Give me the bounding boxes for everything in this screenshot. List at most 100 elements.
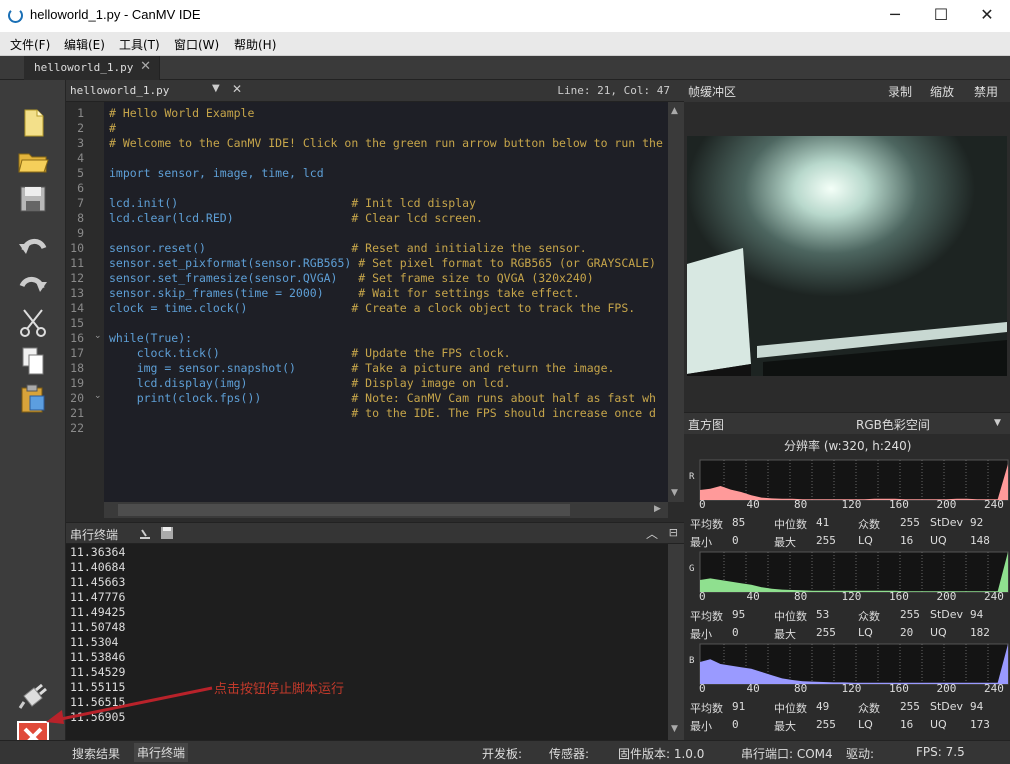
histogram-tick: 240: [984, 590, 1004, 603]
stat-value: 85: [732, 516, 746, 529]
minimize-button[interactable]: ─: [872, 0, 918, 32]
document-tab-bar: helloworld_1.py ✕: [0, 56, 1010, 80]
menu-tools[interactable]: 工具(T): [119, 36, 160, 53]
line-number-gutter: 1 2 3 4 5 6 7 8 9 10 11 12 13 14 15 16 17 18 19 20 21 22 ⌄ ⌄: [66, 102, 104, 502]
code-line: sensor.set_framesize(sensor.QVGA) # Set …: [109, 271, 594, 285]
serial-terminal-tab[interactable]: 串行终端: [134, 743, 189, 762]
editor-file-selector[interactable]: helloworld_1.py: [70, 84, 169, 97]
stat-label: 中位数: [774, 518, 807, 531]
save-icon[interactable]: [16, 182, 50, 216]
tab-close-icon[interactable]: ✕: [140, 59, 151, 74]
stat-label: LQ: [858, 718, 873, 731]
undo-icon[interactable]: [16, 230, 50, 264]
histogram-title: 直方图: [688, 418, 725, 432]
scroll-up-icon[interactable]: ▲: [671, 106, 678, 116]
code-line: sensor.skip_frames(time = 2000) # Wait f…: [109, 286, 580, 300]
collapse-panel-icon[interactable]: ︿: [646, 525, 658, 542]
maximize-button[interactable]: ☐: [918, 0, 964, 32]
histogram-header: 直方图 RGB色彩空间 ▼: [684, 412, 1010, 434]
stat-label: UQ: [930, 534, 947, 547]
menu-window[interactable]: 窗口(W): [174, 36, 219, 53]
histogram-tick: 120: [841, 498, 862, 511]
close-window-button[interactable]: ✕: [964, 0, 1010, 32]
frame-buffer-panel: [684, 102, 1010, 410]
stat-label: StDev: [930, 700, 964, 713]
histogram-tick: 160: [889, 590, 909, 603]
menu-bar: 文件(F) 编辑(E) 工具(T) 窗口(W) 帮助(H): [0, 32, 1010, 56]
sensor-label: 传感器:: [549, 747, 590, 761]
record-button[interactable]: 录制: [888, 83, 912, 100]
fold-chevron-icon[interactable]: ⌄: [94, 391, 102, 401]
stat-value: 16: [900, 718, 914, 731]
line-number: 20: [70, 391, 84, 405]
serial-scrollbar[interactable]: ▼: [668, 544, 684, 740]
tab-label: helloworld_1.py: [34, 61, 134, 74]
stat-value: 53: [816, 608, 830, 621]
scroll-down-icon[interactable]: ▼: [671, 488, 678, 498]
scroll-right-icon[interactable]: ▶: [654, 504, 661, 514]
editor-close-icon[interactable]: ✕: [232, 82, 242, 96]
zoom-button[interactable]: 缩放: [930, 83, 954, 100]
title-bar: helloworld_1.py - CanMV IDE ─ ☐ ✕: [0, 0, 1010, 32]
code-line: while(True):: [109, 331, 193, 345]
tab-helloworld[interactable]: helloworld_1.py ✕: [24, 56, 160, 80]
stat-label: 平均数: [690, 702, 723, 715]
histogram-tick: 80: [794, 590, 808, 603]
stat-label: 最小: [690, 628, 712, 641]
code-line: # to the IDE. The FPS should increase on…: [109, 406, 656, 420]
editor-horizontal-scrollbar[interactable]: ▶: [104, 502, 668, 518]
panel-restore-icon[interactable]: ⊟: [669, 526, 678, 539]
new-file-icon[interactable]: [16, 106, 50, 140]
code-line: lcd.init() # Init lcd display: [109, 196, 476, 210]
code-line: sensor.reset() # Reset and initialize th…: [109, 241, 587, 255]
stat-value: 0: [732, 626, 739, 639]
histogram-tick: 40: [746, 590, 760, 603]
histogram-tick: 120: [841, 682, 862, 695]
stat-label: 众数: [858, 702, 880, 715]
menu-edit[interactable]: 编辑(E): [64, 36, 105, 53]
editor-vertical-scrollbar[interactable]: ▲ ▼: [668, 102, 684, 502]
serial-line: 11.36364: [70, 545, 126, 559]
stat-label: 最小: [690, 720, 712, 733]
status-bar: 搜索结果 串行终端 开发板: 传感器: 固件版本: 1.0.0 串行端口: CO…: [0, 740, 1010, 764]
cursor-position: Line: 21, Col: 47: [557, 84, 670, 97]
histogram-tick: 80: [794, 682, 808, 695]
paste-icon[interactable]: [16, 382, 50, 416]
redo-icon[interactable]: [16, 268, 50, 302]
menu-help[interactable]: 帮助(H): [234, 36, 276, 53]
stat-value: 41: [816, 516, 830, 529]
chevron-down-icon[interactable]: ▼: [994, 418, 1001, 428]
chevron-down-icon[interactable]: ▼: [212, 83, 220, 94]
line-number: 10: [70, 241, 84, 255]
line-number: 12: [70, 271, 84, 285]
clear-terminal-icon[interactable]: [138, 526, 152, 540]
line-number: 9: [77, 226, 84, 240]
search-results-tab[interactable]: 搜索结果: [72, 745, 120, 762]
line-number: 17: [70, 346, 84, 360]
menu-file[interactable]: 文件(F): [10, 36, 50, 53]
code-line: import sensor, image, time, lcd: [109, 166, 324, 180]
serial-line: 11.54529: [70, 665, 126, 679]
fold-chevron-icon[interactable]: ⌄: [94, 331, 102, 341]
scroll-down-icon[interactable]: ▼: [671, 724, 678, 734]
annotation-text: 点击按钮停止脚本运行: [214, 682, 345, 697]
stat-label: LQ: [858, 534, 873, 547]
line-number: 6: [77, 181, 84, 195]
stat-label: 最大: [774, 628, 796, 641]
stat-value: 49: [816, 700, 830, 713]
disable-button[interactable]: 禁用: [974, 83, 998, 100]
firmware-version: 固件版本: 1.0.0: [618, 747, 705, 761]
histogram-tick: 200: [936, 498, 957, 511]
stat-label: 平均数: [690, 610, 723, 623]
save-terminal-icon[interactable]: [160, 526, 174, 540]
stat-value: 148: [970, 534, 990, 547]
line-number: 13: [70, 286, 84, 300]
horizontal-scroll-thumb[interactable]: [118, 504, 570, 516]
code-editor[interactable]: # Hello World Example # # Welcome to the C…: [104, 102, 668, 502]
open-folder-icon[interactable]: [16, 144, 50, 178]
board-label: 开发板:: [482, 747, 523, 761]
colorspace-select[interactable]: RGB色彩空间: [856, 416, 930, 433]
copy-icon[interactable]: [16, 344, 50, 378]
cut-icon[interactable]: [16, 306, 50, 340]
line-number: 5: [77, 166, 84, 180]
